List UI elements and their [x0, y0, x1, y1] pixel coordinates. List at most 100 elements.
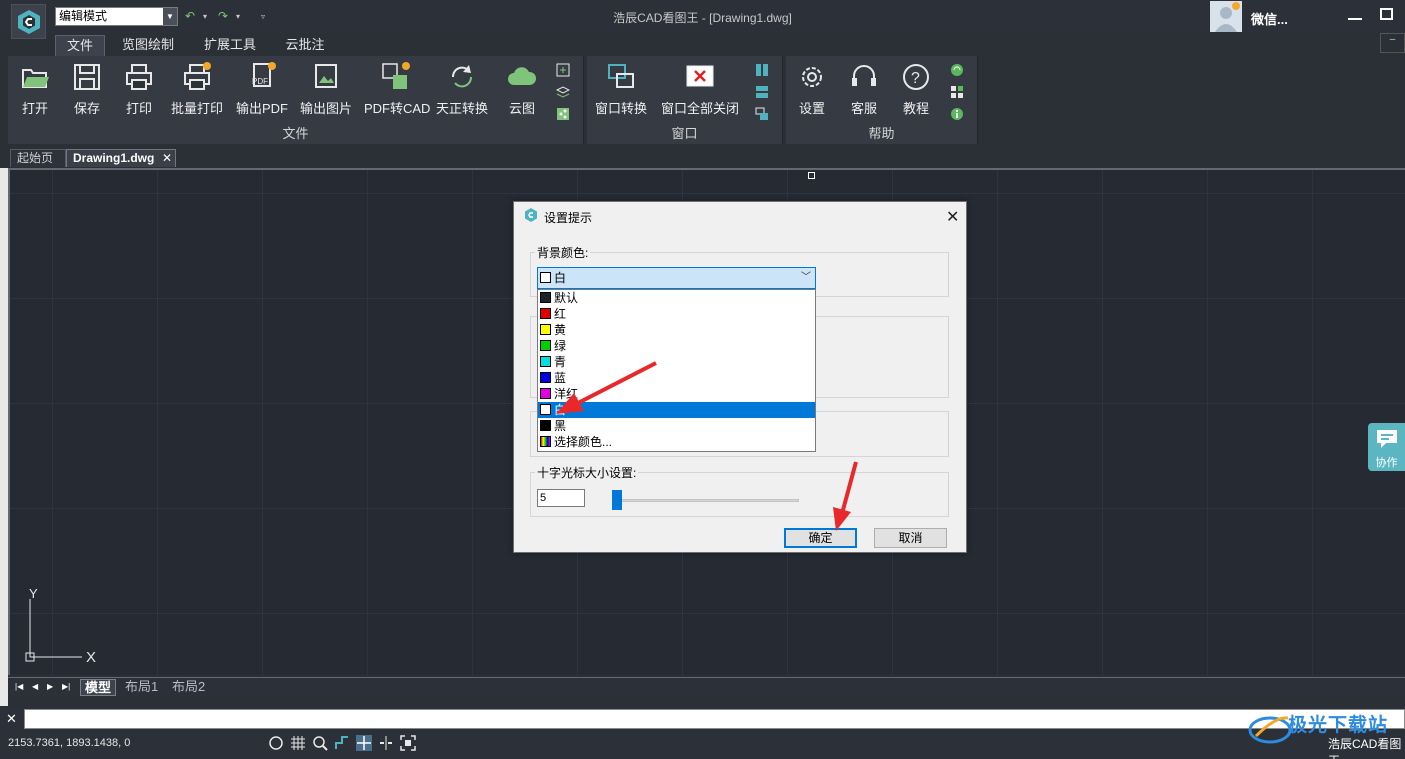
pdf-to-cad-button[interactable]: PDF转CAD [364, 62, 430, 116]
save-button[interactable]: 保存 [66, 62, 108, 116]
tile-vertical-icon[interactable] [755, 63, 769, 77]
tab-drawing[interactable]: Drawing1.dwg ✕ [66, 149, 176, 167]
chevron-down-icon: ﹀ [801, 272, 811, 283]
color-option[interactable]: 青 [538, 354, 815, 370]
color-option-label: 蓝 [554, 371, 567, 385]
ribbon-minimize-icon[interactable]: – [1380, 33, 1405, 53]
user-name[interactable]: 微信... [1251, 9, 1288, 28]
tab-view-draw[interactable]: 览图绘制 [114, 35, 182, 56]
ribbon-group-help-label: 帮助 [868, 126, 895, 141]
avatar[interactable] [1210, 1, 1242, 32]
close-icon[interactable]: ✕ [162, 150, 172, 166]
tab-cloud-annotate[interactable]: 云批注 [279, 35, 331, 56]
cursor-size-slider-track[interactable] [612, 499, 799, 502]
customer-service-button[interactable]: 客服 [846, 62, 882, 116]
collaboration-button[interactable]: 协作 [1368, 423, 1405, 471]
minimize-icon[interactable] [1347, 6, 1363, 22]
cascade-icon[interactable] [755, 107, 769, 121]
window-switch-button[interactable]: 窗口转换 [592, 62, 650, 116]
batch-print-button[interactable]: 批量打印 [168, 62, 226, 116]
export-pdf-button-label: 输出PDF [236, 101, 289, 116]
color-swatch [540, 436, 551, 447]
split-icon[interactable] [378, 735, 394, 751]
close-icon[interactable]: ✕ [6, 711, 17, 727]
tab-drawing-label: Drawing1.dwg [73, 151, 155, 165]
close-window-icon [686, 65, 714, 87]
snap-circle-icon[interactable] [268, 735, 284, 751]
printer-icon [126, 64, 152, 90]
color-option[interactable]: 红 [538, 306, 815, 322]
color-option[interactable]: 默认 [538, 290, 815, 306]
share-icon[interactable] [556, 107, 570, 121]
tutorial-button[interactable]: ? 教程 [898, 62, 934, 116]
color-option[interactable]: 洋红 [538, 386, 815, 402]
tab-layout2[interactable]: 布局2 [168, 679, 209, 696]
close-all-windows-button-label: 窗口全部关闭 [660, 101, 739, 116]
info-icon[interactable] [950, 107, 964, 121]
app-logo-icon [525, 208, 537, 222]
export-pdf-button[interactable]: PDF 输出PDF [236, 62, 289, 116]
last-layout-icon[interactable]: ▶| [62, 682, 70, 691]
cloud-button[interactable]: 云图 [500, 62, 544, 116]
print-button-label: 打印 [125, 101, 152, 116]
color-swatch [540, 420, 551, 431]
cancel-button[interactable]: 取消 [874, 528, 947, 548]
color-option[interactable]: 黄 [538, 322, 815, 338]
color-option-label: 绿 [554, 339, 567, 353]
layers-icon[interactable] [556, 85, 570, 99]
apps-icon[interactable] [950, 85, 964, 99]
command-input[interactable] [24, 709, 1405, 729]
settings-button[interactable]: 设置 [794, 62, 830, 116]
open-button-label: 打开 [21, 101, 48, 116]
color-option[interactable]: 白 [538, 402, 815, 418]
close-all-windows-button[interactable]: 窗口全部关闭 [658, 62, 742, 116]
ok-button[interactable]: 确定 [784, 528, 857, 548]
tab-file[interactable]: 文件 [55, 35, 105, 56]
tangent-convert-button-label: 天正转换 [435, 101, 488, 116]
cursor-size-label: 十字光标大小设置: [535, 464, 639, 481]
ribbon-group-window-label: 窗口 [671, 126, 698, 141]
convert-icon [451, 65, 473, 88]
color-option-label: 黄 [554, 323, 567, 337]
open-button[interactable]: 打开 [14, 62, 56, 116]
new-file-icon[interactable] [556, 63, 570, 77]
bg-color-select[interactable]: 白 ﹀ [537, 267, 816, 289]
next-layout-icon[interactable]: ▶ [47, 682, 53, 691]
color-option[interactable]: 选择颜色... [538, 434, 815, 450]
zoom-icon[interactable] [312, 735, 328, 751]
print-button[interactable]: 打印 [118, 62, 160, 116]
cursor-size-slider-thumb[interactable] [612, 490, 622, 510]
color-option[interactable]: 绿 [538, 338, 815, 354]
color-swatch [540, 372, 551, 383]
collaboration-label: 协作 [1375, 457, 1398, 469]
tab-start-page[interactable]: 起始页 [10, 149, 66, 167]
color-option[interactable]: 黑 [538, 418, 815, 434]
color-option-label: 默认 [554, 291, 579, 305]
tab-layout1[interactable]: 布局1 [121, 679, 162, 696]
batch-print-button-label: 批量打印 [170, 101, 223, 116]
prev-layout-icon[interactable]: ◀ [32, 682, 38, 691]
crosshair-icon[interactable] [356, 735, 372, 751]
color-option-label: 洋红 [554, 387, 579, 401]
export-image-button[interactable]: 输出图片 [298, 62, 354, 116]
tangent-convert-button[interactable]: 天正转换 [434, 62, 490, 116]
close-icon[interactable]: ✕ [946, 207, 959, 227]
tile-horizontal-icon[interactable] [755, 85, 769, 99]
color-dropdown-list: 默认红黄绿青蓝洋红白黑选择颜色... [537, 289, 816, 452]
chat-icon [1376, 430, 1397, 448]
tab-extend-tools[interactable]: 扩展工具 [196, 35, 264, 56]
fullscreen-icon[interactable] [400, 735, 416, 751]
cursor-size-input[interactable]: 5 [537, 489, 585, 507]
question-icon: ? [903, 64, 929, 90]
first-layout-icon[interactable]: |◀ [15, 682, 23, 691]
color-swatch [540, 356, 551, 367]
save-icon [74, 64, 100, 90]
ortho-icon[interactable] [334, 735, 350, 751]
settings-button-label: 设置 [798, 101, 825, 116]
maximize-icon[interactable] [1380, 8, 1393, 20]
color-option[interactable]: 蓝 [538, 370, 815, 386]
tab-model[interactable]: 模型 [80, 679, 117, 696]
grid-icon[interactable] [290, 735, 306, 751]
update-icon[interactable] [950, 63, 964, 77]
window-title: 浩辰CAD看图王 - [Drawing1.dwg] [613, 11, 792, 25]
